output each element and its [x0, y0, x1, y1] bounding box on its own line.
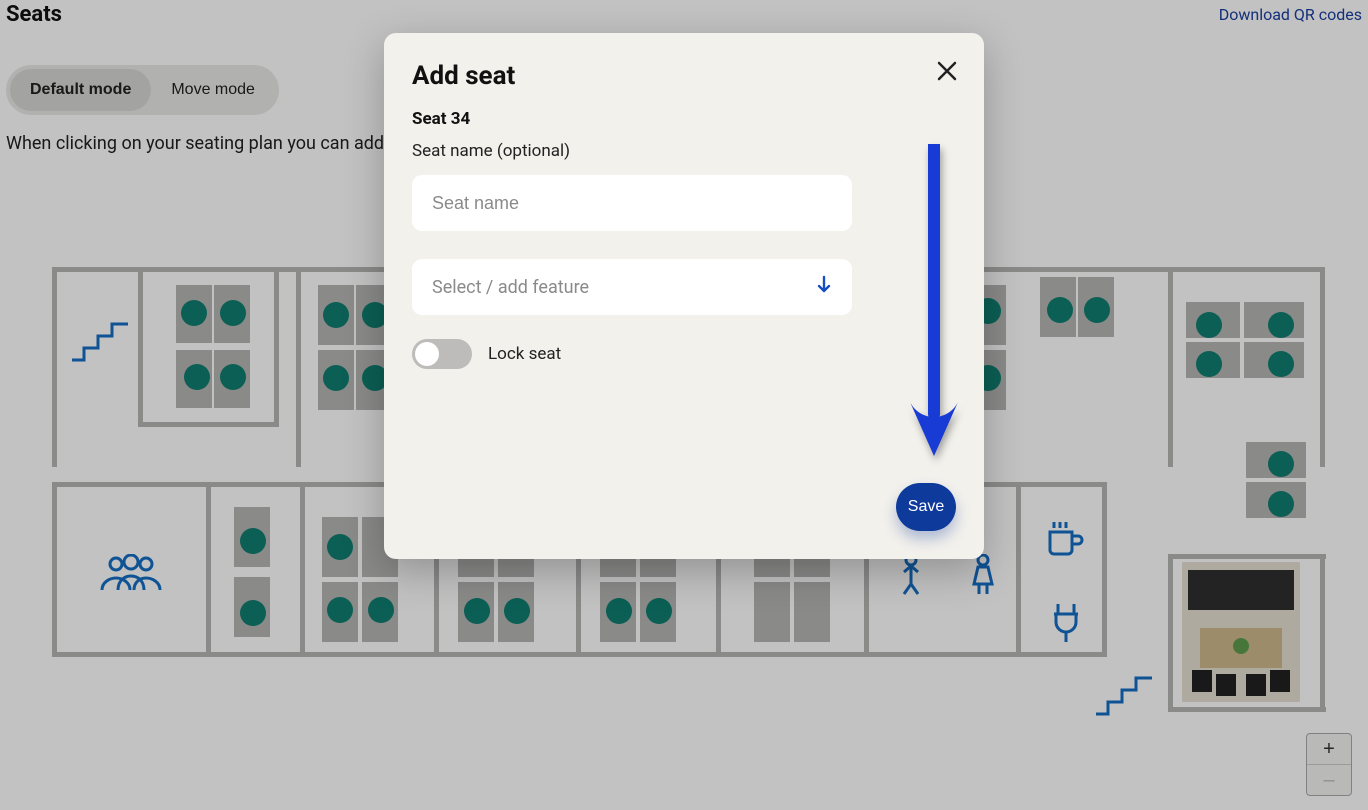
- toggle-knob: [415, 342, 439, 366]
- chevron-down-icon: [816, 275, 832, 300]
- close-icon: [936, 60, 958, 82]
- modal-title: Add seat: [412, 61, 956, 91]
- seat-name-label: Seat name (optional): [412, 141, 956, 161]
- lock-seat-label: Lock seat: [488, 344, 561, 364]
- page-root: Seats Download QR codes Default mode Mov…: [0, 0, 1368, 810]
- seat-name-input[interactable]: [412, 175, 852, 231]
- add-seat-modal: Add seat Seat 34 Seat name (optional) Se…: [384, 33, 984, 559]
- save-button[interactable]: Save: [896, 483, 956, 531]
- lock-seat-toggle[interactable]: [412, 339, 472, 369]
- close-button[interactable]: [932, 57, 962, 87]
- lock-seat-row: Lock seat: [412, 339, 956, 369]
- feature-select[interactable]: Select / add feature: [412, 259, 852, 315]
- feature-select-placeholder: Select / add feature: [432, 277, 589, 298]
- seat-heading: Seat 34: [412, 109, 956, 129]
